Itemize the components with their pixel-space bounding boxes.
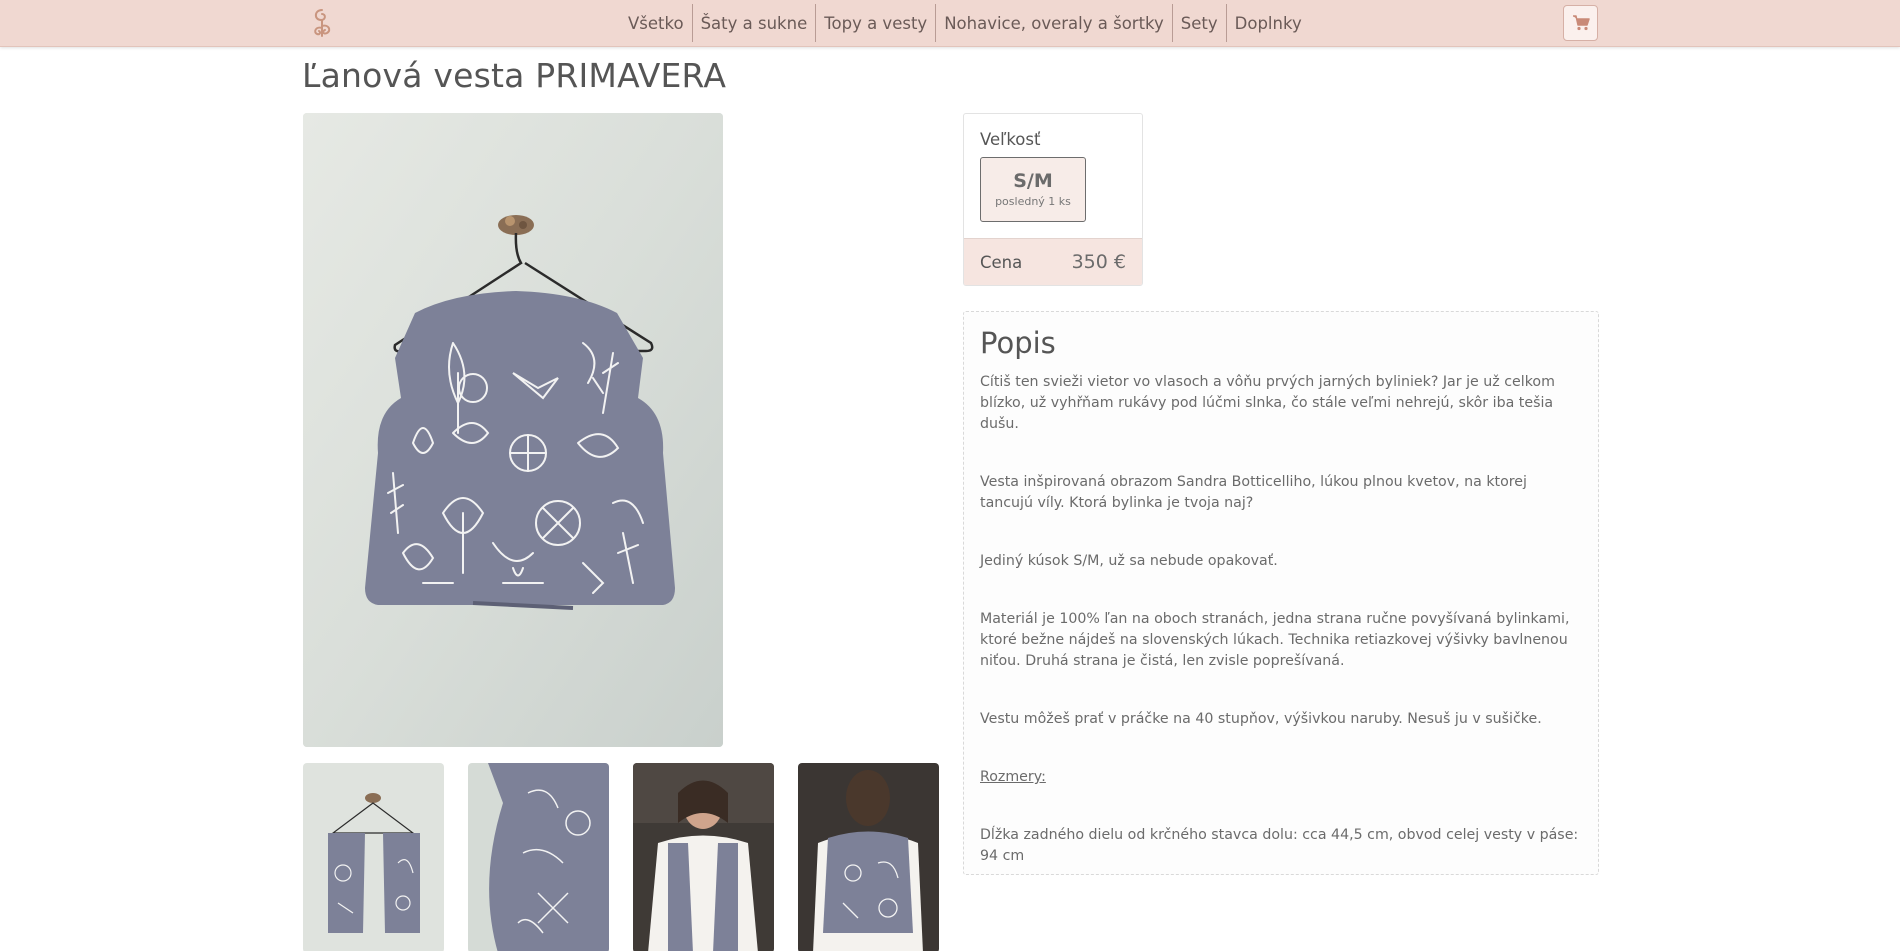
shopping-cart-icon: [1572, 15, 1590, 31]
size-name: S/M: [1013, 170, 1053, 192]
nav-item-vsetko[interactable]: Všetko: [620, 4, 692, 42]
dimensions-heading: Rozmery:: [980, 769, 1046, 785]
description-paragraph: Jediný kúsok S/M, už sa nebude opakovať.: [980, 553, 1278, 569]
nav-item-doplnky[interactable]: Doplnky: [1225, 4, 1310, 42]
size-stock-note: posledný 1 ks: [995, 195, 1071, 208]
description-paragraph: Materiál je 100% ľan na oboch stranách, …: [980, 611, 1570, 669]
product-thumbnail-4[interactable]: [798, 763, 939, 951]
cart-button[interactable]: [1563, 5, 1598, 41]
size-price-panel: Veľkosť S/M posledný 1 ks Cena 350 €: [963, 113, 1143, 286]
price-row: Cena 350 €: [964, 238, 1142, 285]
product-thumbnail-1[interactable]: [303, 763, 444, 951]
page-title: Ľanová vesta PRIMAVERA: [302, 56, 727, 95]
product-thumbnail-2[interactable]: [468, 763, 609, 951]
main-nav: Všetko Šaty a sukne Topy a vesty Nohavic…: [620, 4, 1310, 42]
description-paragraph: Cítiš ten svieži vietor vo vlasoch a vôň…: [980, 374, 1555, 432]
description-panel: Popis Cítiš ten svieži vietor vo vlasoch…: [963, 311, 1599, 875]
nav-item-sety[interactable]: Sety: [1171, 4, 1226, 42]
size-label: Veľkosť: [980, 130, 1041, 149]
nav-item-topy-a-vesty[interactable]: Topy a vesty: [815, 4, 935, 42]
description-paragraph: Vesta inšpirovaná obrazom Sandra Bottice…: [980, 474, 1527, 511]
product-main-image[interactable]: [303, 113, 723, 747]
description-paragraph: Vestu môžeš prať v práčke na 40 stupňov,…: [980, 711, 1542, 727]
product-thumbnail-3[interactable]: [633, 763, 774, 951]
nav-item-saty-a-sukne[interactable]: Šaty a sukne: [691, 4, 816, 42]
description-paragraph: Dĺžka zadného dielu od krčného stavca do…: [980, 827, 1579, 864]
swirl-logo-icon[interactable]: [308, 6, 338, 40]
nav-item-nohavice[interactable]: Nohavice, overaly a šortky: [935, 4, 1172, 42]
price-value: 350 €: [1071, 251, 1126, 273]
description-title: Popis: [980, 326, 1056, 360]
size-option-s-m[interactable]: S/M posledný 1 ks: [980, 157, 1086, 222]
top-navbar: Všetko Šaty a sukne Topy a vesty Nohavic…: [0, 0, 1900, 47]
price-label: Cena: [980, 253, 1023, 272]
